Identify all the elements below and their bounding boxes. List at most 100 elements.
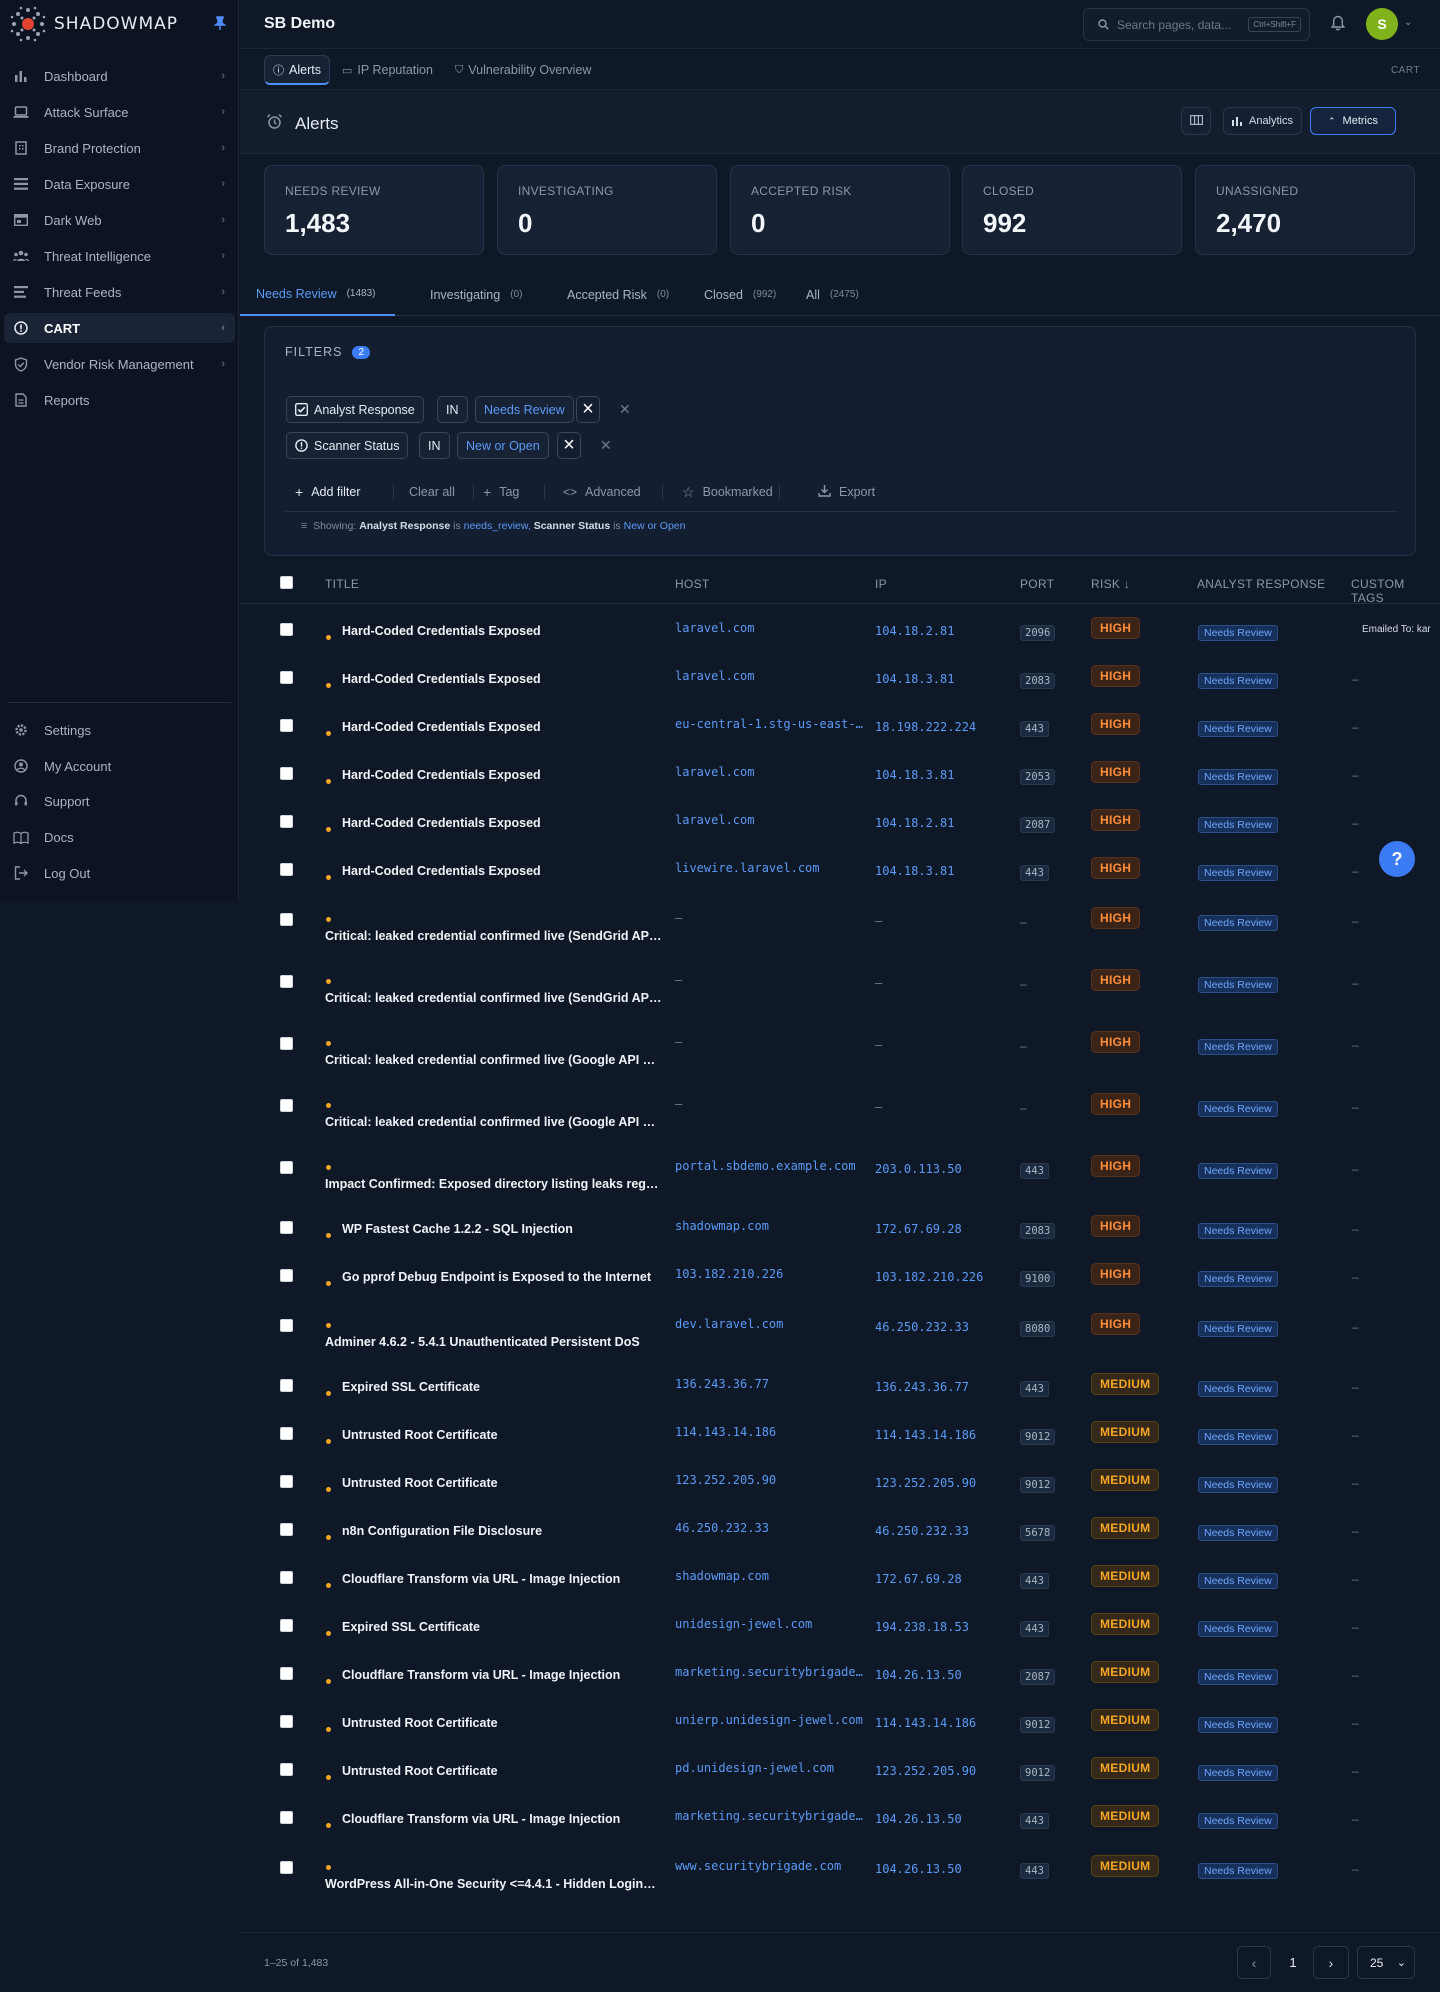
table-row[interactable]: WordPress All-in-One Security <=4.4.1 - … xyxy=(240,1841,1440,1903)
host-link[interactable]: 103.182.210.226 xyxy=(675,1267,783,1281)
status-badge[interactable]: Needs Review xyxy=(1198,625,1278,641)
row-checkbox[interactable] xyxy=(280,913,293,926)
row-checkbox[interactable] xyxy=(280,1667,293,1680)
status-badge[interactable]: Needs Review xyxy=(1198,1717,1278,1733)
row-checkbox[interactable] xyxy=(280,1571,293,1584)
ip-link[interactable]: 104.18.3.81 xyxy=(875,672,954,686)
status-badge[interactable]: Needs Review xyxy=(1198,673,1278,689)
column-header-title[interactable]: TITLE xyxy=(325,577,359,591)
status-badge[interactable]: Needs Review xyxy=(1198,1429,1278,1445)
tab-all[interactable]: All (2475) xyxy=(790,273,875,316)
select-all-checkbox[interactable] xyxy=(280,576,293,589)
host-link[interactable]: marketing.securitybrigade… xyxy=(675,1809,863,1823)
ip-link[interactable]: 172.67.69.28 xyxy=(875,1572,962,1586)
alert-title[interactable]: Cloudflare Transform via URL - Image Inj… xyxy=(342,1572,620,1586)
host-link[interactable]: dev.laravel.com xyxy=(675,1317,783,1331)
alert-title[interactable]: Critical: leaked credential confirmed li… xyxy=(325,991,661,1005)
row-checkbox[interactable] xyxy=(280,1811,293,1824)
sidebar-item-dark-web[interactable]: Dark Web › xyxy=(4,205,235,235)
bookmarked-button[interactable]: ☆ Bookmarked xyxy=(682,477,773,507)
table-row[interactable]: Untrusted Root Certificate 114.143.14.18… xyxy=(240,1409,1440,1457)
status-badge[interactable]: Needs Review xyxy=(1198,1863,1278,1879)
row-checkbox[interactable] xyxy=(280,1763,293,1776)
sidebar-item-attack-surface[interactable]: Attack Surface › xyxy=(4,97,235,127)
ip-link[interactable]: 104.26.13.50 xyxy=(875,1668,962,1682)
table-row[interactable]: Hard-Coded Credentials Exposed laravel.c… xyxy=(240,797,1440,845)
table-row[interactable]: Critical: leaked credential confirmed li… xyxy=(240,1079,1440,1141)
host-link[interactable]: shadowmap.com xyxy=(675,1219,769,1233)
help-button[interactable]: ? xyxy=(1379,841,1415,877)
filter-operator[interactable]: IN xyxy=(419,432,450,459)
alert-title[interactable]: Critical: leaked credential confirmed li… xyxy=(325,1115,655,1129)
status-badge[interactable]: Needs Review xyxy=(1198,865,1278,881)
alert-title[interactable]: Cloudflare Transform via URL - Image Inj… xyxy=(342,1812,620,1826)
ip-link[interactable]: 46.250.232.33 xyxy=(875,1320,969,1334)
ip-link[interactable]: 172.67.69.28 xyxy=(875,1222,962,1236)
alert-title[interactable]: Impact Confirmed: Exposed directory list… xyxy=(325,1177,658,1191)
column-header-custom-tags[interactable]: CUSTOM TAGS xyxy=(1351,577,1440,605)
row-checkbox[interactable] xyxy=(280,1619,293,1632)
filter-operator[interactable]: IN xyxy=(437,396,468,423)
status-badge[interactable]: Needs Review xyxy=(1198,1813,1278,1829)
advanced-button[interactable]: <> Advanced xyxy=(563,477,641,507)
column-header-ip[interactable]: IP xyxy=(875,577,887,591)
table-row[interactable]: Cloudflare Transform via URL - Image Inj… xyxy=(240,1553,1440,1601)
column-header-port[interactable]: PORT xyxy=(1020,577,1054,591)
ip-link[interactable]: 114.143.14.186 xyxy=(875,1428,976,1442)
sidebar-item-log-out[interactable]: Log Out xyxy=(4,858,235,888)
table-row[interactable]: Cloudflare Transform via URL - Image Inj… xyxy=(240,1793,1440,1841)
host-link[interactable]: 123.252.205.90 xyxy=(675,1473,776,1487)
filter-field-chip[interactable]: Analyst Response xyxy=(286,396,424,423)
sidebar-item-vendor-risk-management[interactable]: Vendor Risk Management › xyxy=(4,349,235,379)
table-row[interactable]: Expired SSL Certificate unidesign-jewel.… xyxy=(240,1601,1440,1649)
alert-title[interactable]: Expired SSL Certificate xyxy=(342,1380,480,1394)
row-checkbox[interactable] xyxy=(280,623,293,636)
filter-value[interactable]: Needs Review xyxy=(475,396,574,423)
status-badge[interactable]: Needs Review xyxy=(1198,1525,1278,1541)
table-row[interactable]: Hard-Coded Credentials Exposed livewire.… xyxy=(240,845,1440,893)
status-badge[interactable]: Needs Review xyxy=(1198,1573,1278,1589)
alert-title[interactable]: WordPress All-in-One Security <=4.4.1 - … xyxy=(325,1877,656,1891)
ip-link[interactable]: 46.250.232.33 xyxy=(875,1524,969,1538)
tab-vulnerability-overview[interactable]: ⛉ Vulnerability Overview xyxy=(447,55,599,85)
ip-link[interactable]: 104.26.13.50 xyxy=(875,1862,962,1876)
export-button[interactable]: Export xyxy=(818,477,875,507)
row-checkbox[interactable] xyxy=(280,1475,293,1488)
status-badge[interactable]: Needs Review xyxy=(1198,977,1278,993)
tag-button[interactable]: + Tag xyxy=(483,477,519,507)
ip-link[interactable]: 104.18.2.81 xyxy=(875,624,954,638)
row-checkbox[interactable] xyxy=(280,1037,293,1050)
alert-title[interactable]: Cloudflare Transform via URL - Image Inj… xyxy=(342,1668,620,1682)
table-row[interactable]: Cloudflare Transform via URL - Image Inj… xyxy=(240,1649,1440,1697)
tab-needs-review[interactable]: Needs Review (1483) xyxy=(240,273,395,316)
row-checkbox[interactable] xyxy=(280,1161,293,1174)
alert-title[interactable]: n8n Configuration File Disclosure xyxy=(342,1524,542,1538)
status-badge[interactable]: Needs Review xyxy=(1198,1163,1278,1179)
stat-card-accepted-risk[interactable]: ACCEPTED RISK 0 xyxy=(730,165,950,255)
alert-title[interactable]: Hard-Coded Credentials Exposed xyxy=(342,816,541,830)
alert-title[interactable]: Hard-Coded Credentials Exposed xyxy=(342,864,541,878)
sidebar-item-threat-feeds[interactable]: Threat Feeds › xyxy=(4,277,235,307)
ip-link[interactable]: 136.243.36.77 xyxy=(875,1380,969,1394)
host-link[interactable]: shadowmap.com xyxy=(675,1569,769,1583)
alert-title[interactable]: Untrusted Root Certificate xyxy=(342,1476,498,1490)
status-badge[interactable]: Needs Review xyxy=(1198,1223,1278,1239)
status-badge[interactable]: Needs Review xyxy=(1198,1271,1278,1287)
row-checkbox[interactable] xyxy=(280,1523,293,1536)
sidebar-item-reports[interactable]: Reports xyxy=(4,385,235,415)
table-row[interactable]: Hard-Coded Credentials Exposed eu-centra… xyxy=(240,701,1440,749)
status-badge[interactable]: Needs Review xyxy=(1198,769,1278,785)
host-link[interactable]: unidesign-jewel.com xyxy=(675,1617,812,1631)
next-page-button[interactable]: › xyxy=(1313,1946,1349,1979)
host-link[interactable]: eu-central-1.stg-us-east-… xyxy=(675,717,863,731)
status-badge[interactable]: Needs Review xyxy=(1198,1321,1278,1337)
row-checkbox[interactable] xyxy=(280,1427,293,1440)
table-row[interactable]: Hard-Coded Credentials Exposed laravel.c… xyxy=(240,605,1440,653)
alert-title[interactable]: Critical: leaked credential confirmed li… xyxy=(325,929,661,943)
status-badge[interactable]: Needs Review xyxy=(1198,1039,1278,1055)
table-row[interactable]: n8n Configuration File Disclosure 46.250… xyxy=(240,1505,1440,1553)
bell-icon[interactable] xyxy=(1330,15,1346,34)
column-header-host[interactable]: HOST xyxy=(675,577,710,591)
status-badge[interactable]: Needs Review xyxy=(1198,1621,1278,1637)
ip-link[interactable]: 104.26.13.50 xyxy=(875,1812,962,1826)
